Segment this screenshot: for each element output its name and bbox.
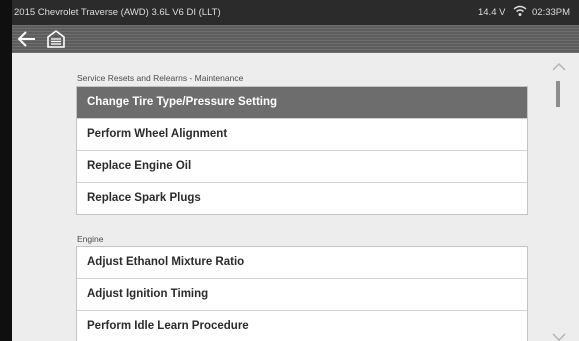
menu-item-replace-engine-oil[interactable]: Replace Engine Oil	[77, 150, 527, 182]
vehicle-title: 2015 Chevrolet Traverse (AWD) 3.6L V6 DI…	[14, 7, 221, 18]
scanner-screen: 2015 Chevrolet Traverse (AWD) 3.6L V6 DI…	[12, 0, 579, 341]
section-label-engine: Engine	[77, 234, 104, 244]
scrollbar-thumb[interactable]	[556, 81, 560, 107]
menu-item-wheel-alignment[interactable]: Perform Wheel Alignment	[77, 118, 527, 150]
wifi-icon	[513, 5, 527, 16]
menu-item-adjust-ignition-timing[interactable]: Adjust Ignition Timing	[77, 278, 527, 310]
garage-home-icon[interactable]	[45, 28, 67, 50]
maintenance-list: Change Tire Type/Pressure Setting Perfor…	[76, 86, 528, 215]
menu-content: Service Resets and Relearns - Maintenanc…	[12, 53, 579, 341]
back-arrow-icon[interactable]	[16, 29, 38, 49]
clock: 02:33PM	[532, 7, 571, 18]
menu-item-adjust-ethanol-ratio[interactable]: Adjust Ethanol Mixture Ratio	[77, 247, 527, 278]
menu-item-idle-learn[interactable]: Perform Idle Learn Procedure	[77, 310, 527, 341]
scroll-up-chevron-icon[interactable]	[552, 63, 566, 71]
section-label-maintenance: Service Resets and Relearns - Maintenanc…	[77, 73, 244, 83]
menu-item-change-tire-type[interactable]: Change Tire Type/Pressure Setting	[77, 87, 527, 118]
status-bar: 2015 Chevrolet Traverse (AWD) 3.6L V6 DI…	[12, 0, 579, 25]
scroll-down-chevron-icon[interactable]	[552, 333, 566, 341]
toolbar	[12, 25, 579, 53]
battery-voltage: 14.4 V	[478, 7, 506, 18]
menu-item-replace-spark-plugs[interactable]: Replace Spark Plugs	[77, 182, 527, 214]
engine-list: Adjust Ethanol Mixture Ratio Adjust Igni…	[76, 246, 528, 341]
